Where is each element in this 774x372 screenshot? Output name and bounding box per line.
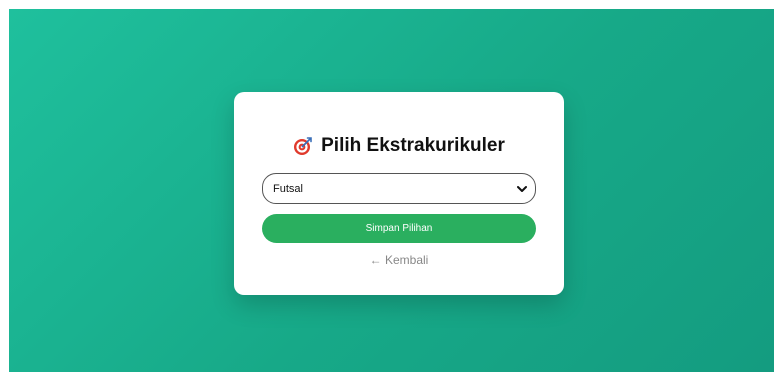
- header: Pilih Ekstrakurikuler: [234, 135, 564, 157]
- back-link[interactable]: ← Kembali: [234, 253, 564, 267]
- selection-card: Pilih Ekstrakurikuler Futsal Simpan Pili…: [234, 92, 564, 295]
- page-title: Pilih Ekstrakurikuler: [321, 135, 505, 156]
- save-button[interactable]: Simpan Pilihan: [262, 214, 536, 243]
- page-background: Pilih Ekstrakurikuler Futsal Simpan Pili…: [9, 9, 774, 372]
- chevron-down-icon: [517, 185, 527, 193]
- select-value: Futsal: [273, 182, 303, 195]
- extracurricular-select[interactable]: Futsal: [262, 173, 536, 204]
- target-icon: [293, 136, 313, 156]
